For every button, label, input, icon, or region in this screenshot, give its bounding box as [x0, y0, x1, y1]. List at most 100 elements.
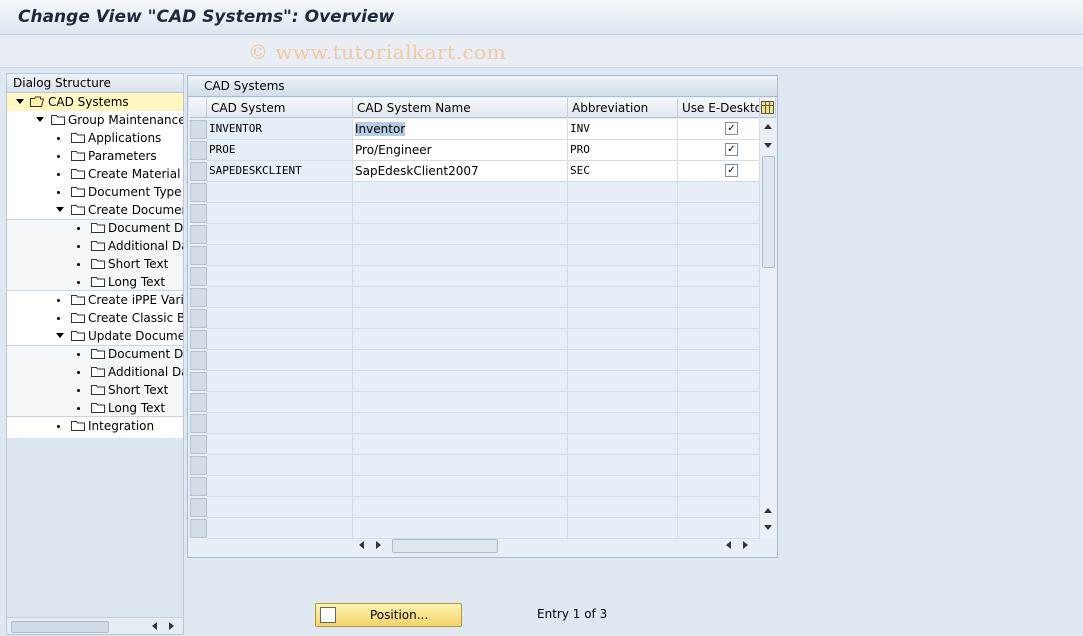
row-selector[interactable] [190, 351, 207, 370]
cell-abbreviation[interactable]: SEC [568, 161, 678, 182]
tree-node-update-document[interactable]: Update Documer [7, 327, 183, 345]
cell-cad-system[interactable]: PROE [207, 140, 353, 161]
tree-node-document-data-2[interactable]: Document Da [7, 345, 183, 363]
expand-triangle-icon[interactable] [16, 99, 24, 104]
e-desktop-checkbox[interactable]: ✓ [725, 164, 738, 177]
cell-cad-system-name[interactable]: SapEdeskClient2007 [353, 161, 568, 182]
e-desktop-checkbox[interactable]: ✓ [725, 122, 738, 135]
expand-triangle-icon[interactable] [56, 207, 64, 212]
scroll-left-icon[interactable] [359, 541, 364, 549]
column-header-cad-system-name[interactable]: CAD System Name [353, 98, 568, 118]
e-desktop-checkbox[interactable]: ✓ [725, 143, 738, 156]
tree-node-parameters[interactable]: Parameters [7, 147, 183, 165]
expand-triangle-icon[interactable] [56, 333, 64, 338]
select-all-header[interactable] [190, 98, 207, 118]
tree-node-short-text[interactable]: Short Text [7, 255, 183, 273]
tree-node-label: Short Text [108, 383, 169, 397]
tree-node-create-material[interactable]: Create Material [7, 165, 183, 183]
scrollbar-thumb[interactable] [11, 621, 109, 633]
scroll-left-icon[interactable] [152, 622, 157, 630]
scroll-left-icon[interactable] [726, 541, 731, 549]
row-selector[interactable] [190, 141, 207, 160]
cell-use-e-desktop[interactable]: ✓ [678, 140, 760, 161]
row-selector[interactable] [190, 225, 207, 244]
tree-node-cad-systems[interactable]: CAD Systems [7, 93, 183, 111]
tree-node-document-data[interactable]: Document Da [7, 219, 183, 237]
empty-cell [353, 434, 568, 455]
table-settings-icon[interactable] [761, 101, 774, 114]
tree-node-group-maintenance[interactable]: Group Maintenance [7, 111, 183, 129]
folder-icon [91, 385, 105, 395]
empty-cell [207, 392, 353, 413]
row-selector[interactable] [190, 456, 207, 475]
tree-node-applications[interactable]: Applications [7, 129, 183, 147]
row-selector[interactable] [190, 288, 207, 307]
tree-node-additional-data[interactable]: Additional Dat [7, 237, 183, 255]
cell-text: Inventor [355, 122, 406, 136]
row-selector[interactable] [190, 309, 207, 328]
row-selector[interactable] [190, 204, 207, 223]
tree-node-label: Update Documer [88, 329, 183, 343]
dialog-structure-hscrollbar[interactable] [7, 617, 183, 634]
column-header-use-e-desktop[interactable]: Use E-Desktop [678, 98, 760, 118]
tree-node-create-classic-bom[interactable]: Create Classic BO [7, 309, 183, 327]
empty-cell [568, 371, 678, 392]
scroll-right-icon[interactable] [169, 622, 174, 630]
cell-abbreviation[interactable]: INV [568, 119, 678, 140]
column-header-cad-system[interactable]: CAD System [207, 98, 353, 118]
tree-node-create-document[interactable]: Create Documen [7, 201, 183, 219]
empty-cell [678, 413, 760, 434]
column-header-abbreviation[interactable]: Abbreviation [568, 98, 678, 118]
scroll-page-down-icon[interactable] [764, 143, 772, 148]
row-selector[interactable] [190, 372, 207, 391]
folder-icon [71, 295, 85, 305]
folder-icon [51, 115, 65, 125]
table-hscrollbar[interactable] [356, 537, 776, 553]
row-selector[interactable] [190, 120, 207, 139]
tree-node-integration[interactable]: Integration [7, 417, 183, 435]
tree-node-long-text[interactable]: Long Text [7, 273, 183, 291]
tree-node-create-ippe-variant[interactable]: Create iPPE Varia [7, 291, 183, 309]
row-selector[interactable] [190, 393, 207, 412]
row-selector[interactable] [190, 162, 207, 181]
table-vscrollbar[interactable] [760, 118, 776, 538]
tree-node-short-text-2[interactable]: Short Text [7, 381, 183, 399]
row-selector[interactable] [190, 435, 207, 454]
row-selector[interactable] [190, 414, 207, 433]
bullet-icon [77, 227, 80, 230]
row-selector[interactable] [190, 267, 207, 286]
folder-icon [91, 403, 105, 413]
bullet-icon [77, 281, 80, 284]
scroll-down-icon[interactable] [764, 525, 772, 530]
cell-cad-system[interactable]: INVENTOR [207, 119, 353, 140]
row-selector[interactable] [190, 498, 207, 517]
scroll-right-icon[interactable] [743, 541, 748, 549]
tree-node-additional-data-2[interactable]: Additional Dat [7, 363, 183, 381]
scroll-right-icon[interactable] [376, 541, 381, 549]
empty-cell [353, 371, 568, 392]
scroll-page-up-icon[interactable] [764, 508, 772, 513]
row-selector[interactable] [190, 183, 207, 202]
tree-node-document-type[interactable]: Document Type [7, 183, 183, 201]
cell-text: PROE [209, 143, 236, 156]
cell-cad-system-name[interactable]: Inventor [353, 119, 568, 140]
row-selector[interactable] [190, 246, 207, 265]
empty-cell [353, 329, 568, 350]
row-selector[interactable] [190, 477, 207, 496]
position-button[interactable]: Position... [315, 603, 462, 627]
cell-abbreviation[interactable]: PRO [568, 140, 678, 161]
scrollbar-thumb[interactable] [392, 539, 498, 553]
cell-use-e-desktop[interactable]: ✓ [678, 119, 760, 140]
expand-triangle-icon[interactable] [36, 117, 44, 122]
row-selector[interactable] [190, 519, 207, 538]
column-settings-button[interactable] [760, 98, 776, 118]
row-selector[interactable] [190, 330, 207, 349]
cell-cad-system[interactable]: SAPEDESKCLIENT [207, 161, 353, 182]
cell-use-e-desktop[interactable]: ✓ [678, 161, 760, 182]
tree-node-long-text-2[interactable]: Long Text [7, 399, 183, 417]
scroll-up-icon[interactable] [764, 124, 772, 129]
scrollbar-thumb[interactable] [762, 156, 775, 268]
empty-cell [207, 434, 353, 455]
cell-text: PRO [570, 143, 590, 156]
cell-cad-system-name[interactable]: Pro/Engineer [353, 140, 568, 161]
